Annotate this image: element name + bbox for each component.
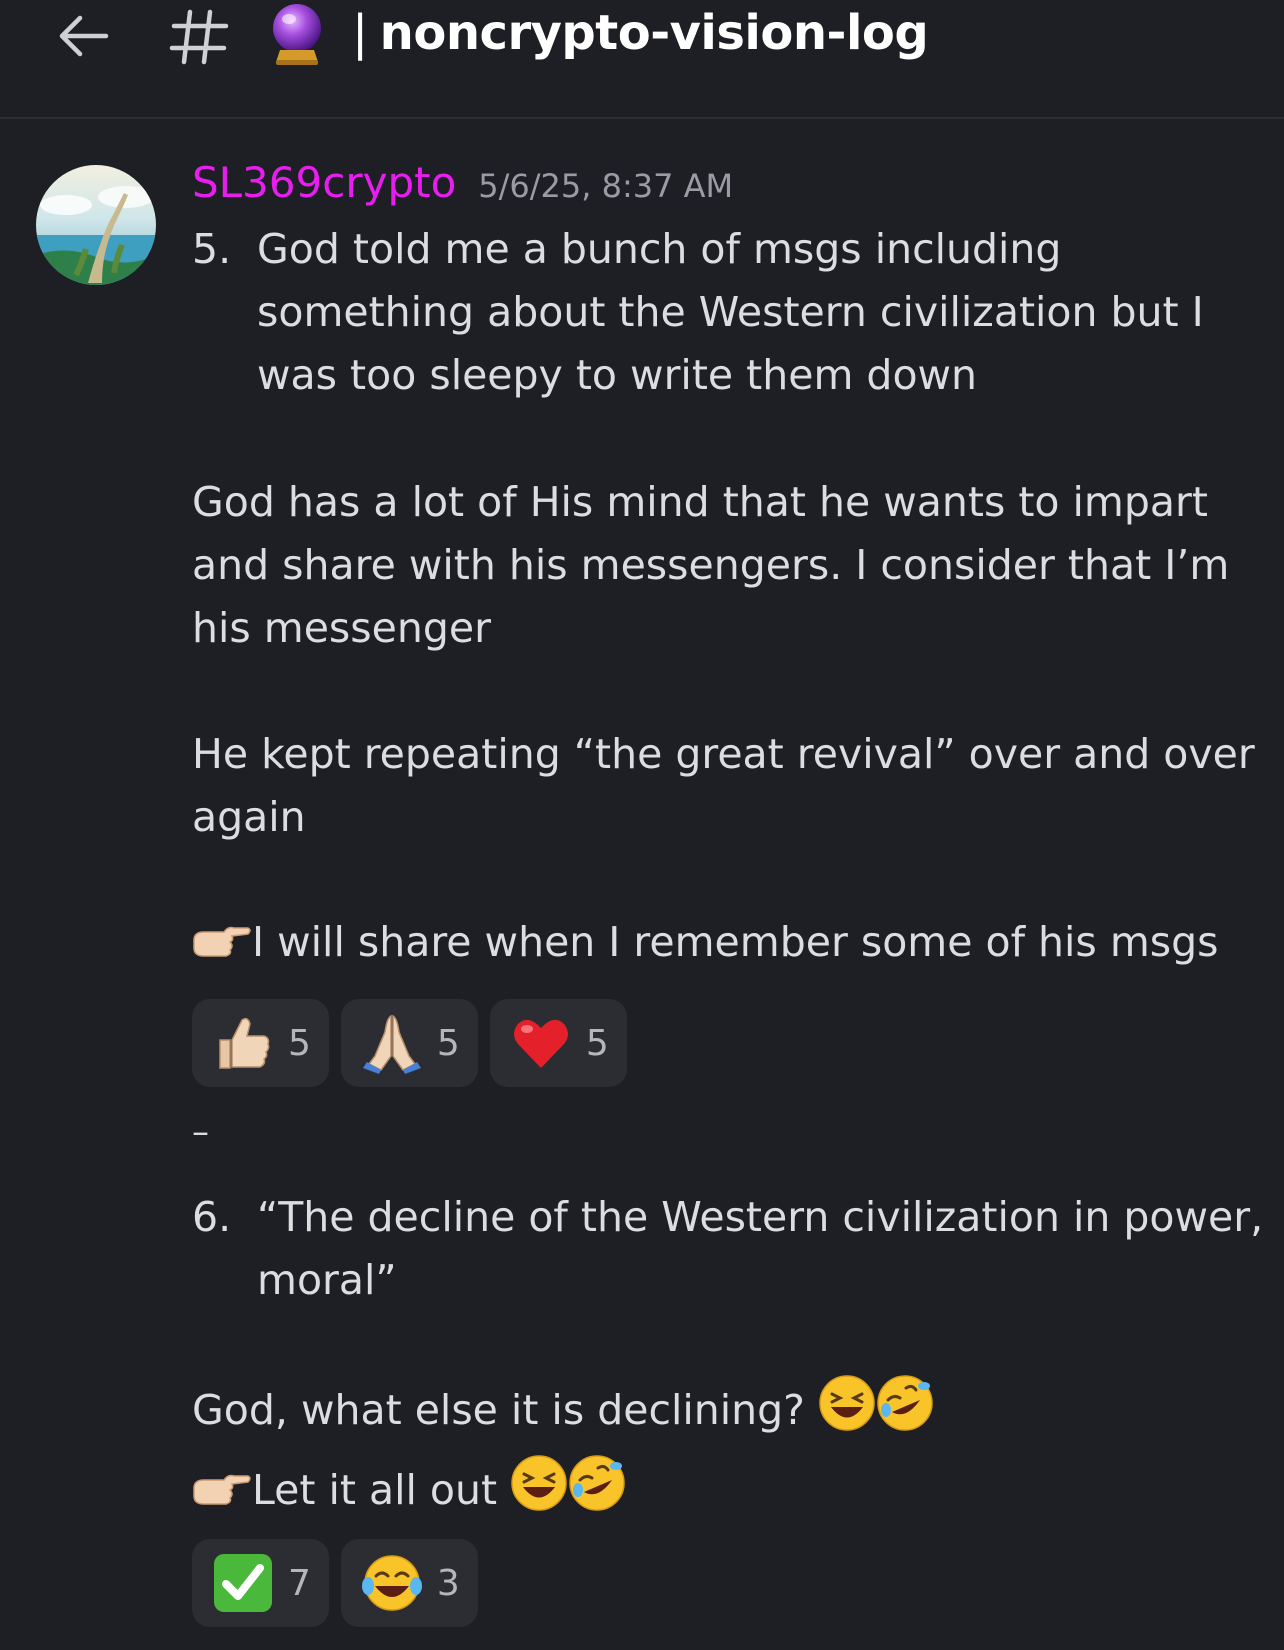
tears-of-joy-icon [361, 1555, 422, 1611]
title-separator: | [352, 5, 368, 61]
pointer-line: Let it all out [190, 1454, 626, 1530]
pointing-right-icon [190, 1467, 252, 1530]
channel-name: noncrypto-vision-log [379, 5, 929, 61]
text-line: “The decline of the Western civilization… [257, 1193, 1264, 1241]
message-paragraph: He kept repeating “the great revival” ov… [192, 723, 1255, 849]
laughing-face-icon [818, 1374, 876, 1450]
author-name[interactable]: SL369crypto [192, 158, 456, 207]
text-line: again [192, 793, 306, 841]
message-paragraph: God has a lot of His mind that he wants … [192, 471, 1229, 660]
channel-header: | noncrypto-vision-log [0, 0, 1284, 119]
channel-hash-icon [168, 6, 230, 66]
laughing-face-icon [510, 1454, 568, 1530]
list-item-text: “The decline of the Western civilization… [257, 1186, 1263, 1312]
pointing-right-icon [190, 919, 252, 982]
text-line: God has a lot of His mind that he wants … [192, 478, 1208, 526]
rolling-on-floor-laughing-icon [568, 1454, 626, 1530]
message-header: SL369crypto 5/6/25, 8:37 AM [192, 158, 733, 218]
pointer-text: Let it all out [252, 1466, 498, 1514]
avatar[interactable] [36, 165, 156, 285]
back-arrow-icon[interactable] [54, 6, 114, 66]
reaction-thumbs-up[interactable]: 5 [192, 999, 329, 1087]
question-line: God, what else it is declining? [192, 1374, 934, 1450]
reaction-count: 5 [288, 1022, 311, 1064]
text-line: and share with his messengers. I conside… [192, 541, 1230, 589]
reaction-count: 5 [436, 1022, 460, 1064]
reaction-count: 3 [436, 1562, 460, 1604]
text-line: something about the Western civilization… [257, 288, 1204, 336]
thumbs-up-icon [219, 1017, 270, 1069]
reaction-count: 7 [288, 1562, 311, 1604]
list-item-text: God told me a bunch of msgs including so… [257, 218, 1204, 407]
list-number: 6. [192, 1193, 232, 1241]
check-mark-icon [214, 1554, 272, 1612]
reaction-red-heart[interactable]: 5 [489, 999, 627, 1087]
crystal-ball-icon [268, 2, 326, 66]
pointer-line: I will share when I remember some of his… [190, 911, 1219, 982]
message-timestamp: 5/6/25, 8:37 AM [478, 167, 734, 205]
text-line: his messenger [192, 604, 491, 652]
reaction-bar: 5 5 5 [192, 999, 627, 1087]
reaction-check-mark[interactable]: 7 [192, 1539, 329, 1627]
red-heart-icon [513, 1019, 568, 1068]
reaction-count: 5 [585, 1022, 609, 1064]
reaction-tears-of-joy[interactable]: 3 [340, 1539, 478, 1627]
channel-title: | noncrypto-vision-log [352, 0, 929, 66]
text-line: was too sleepy to write them down [257, 351, 978, 399]
text-line: He kept repeating “the great revival” ov… [192, 730, 1255, 778]
text-line: God told me a bunch of msgs including [257, 225, 1062, 273]
question-text: God, what else it is declining? [192, 1386, 805, 1434]
list-number: 5. [192, 225, 232, 273]
text-line: moral” [257, 1256, 397, 1304]
pointer-text: I will share when I remember some of his… [252, 918, 1219, 966]
separator-dash: – [192, 1112, 209, 1152]
rolling-on-floor-laughing-icon [876, 1374, 934, 1450]
reaction-bar: 7 3 [192, 1539, 478, 1627]
reaction-folded-hands[interactable]: 5 [340, 999, 478, 1087]
folded-hands-icon [362, 1014, 421, 1074]
